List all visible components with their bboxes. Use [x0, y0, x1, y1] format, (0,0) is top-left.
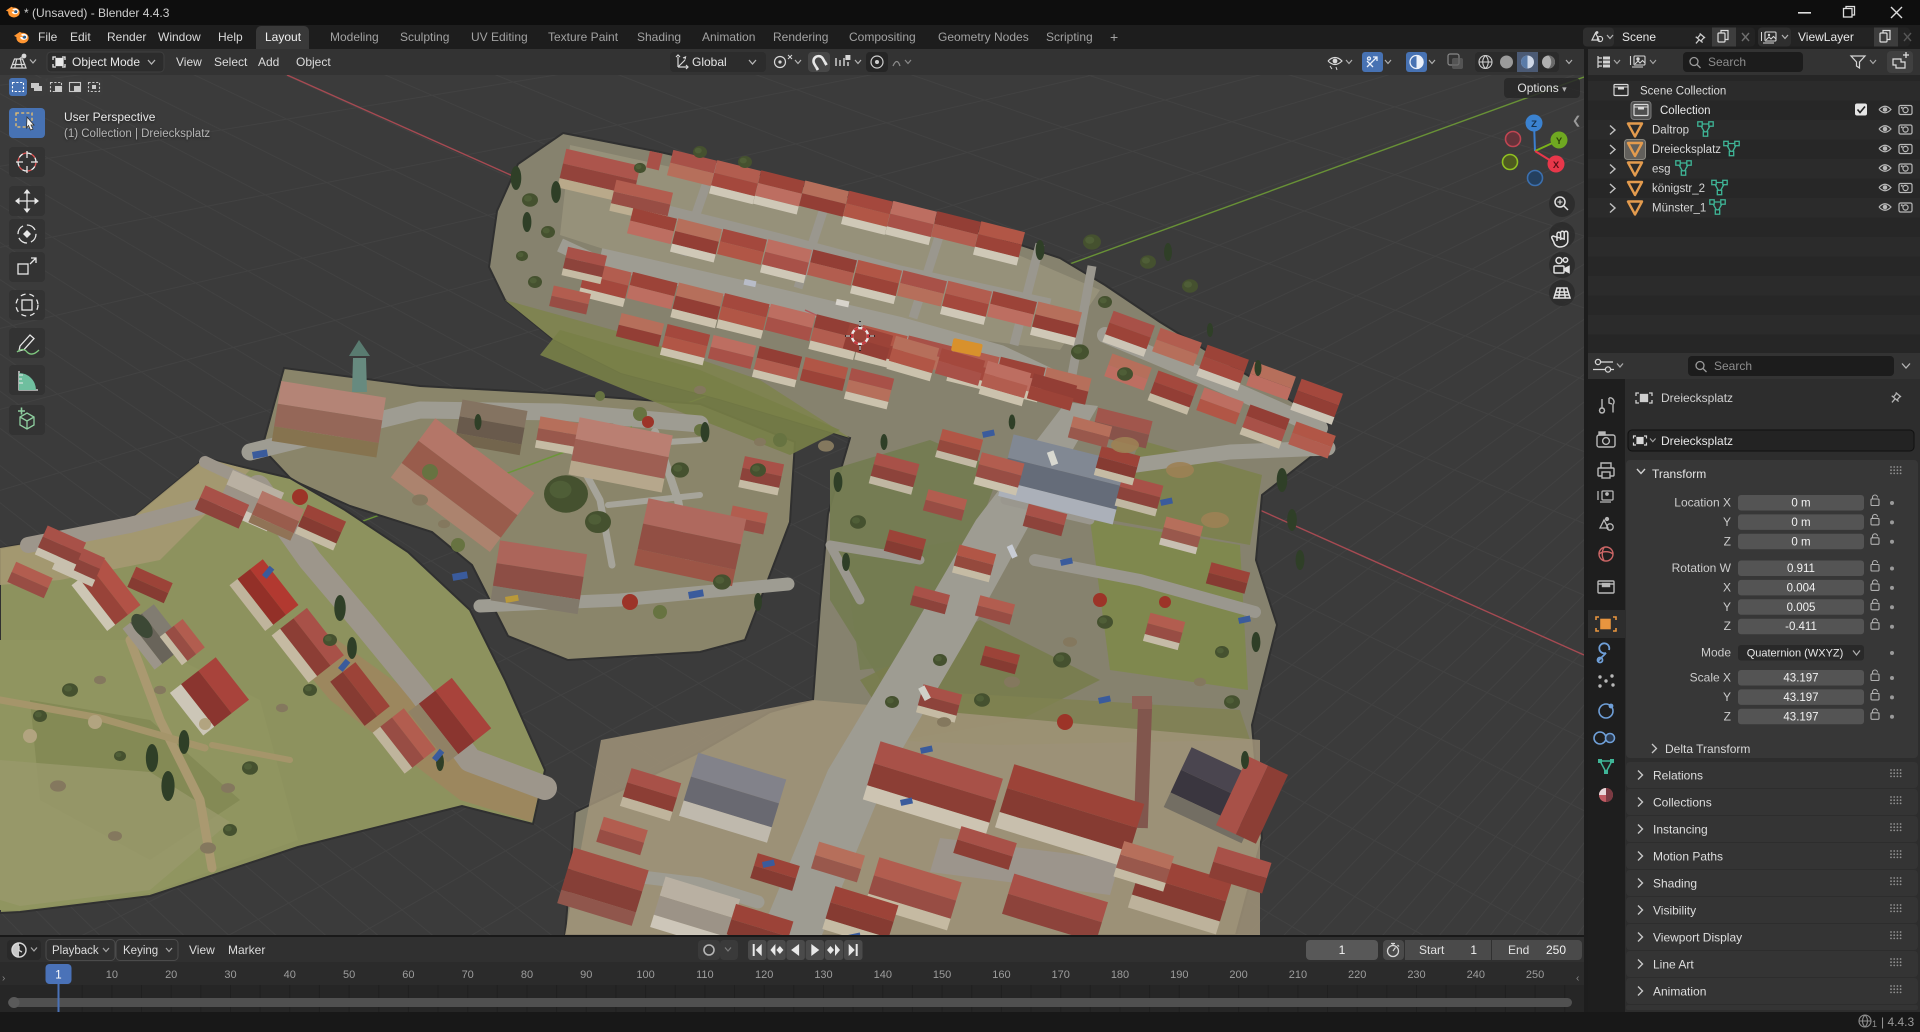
svg-text:X: X	[1553, 160, 1560, 171]
svg-text:Instancing: Instancing	[1653, 823, 1708, 837]
svg-text:Y: Y	[1723, 600, 1731, 614]
svg-text:Quaternion (WXYZ): Quaternion (WXYZ)	[1747, 648, 1844, 660]
svg-text:Visibility: Visibility	[1653, 904, 1696, 918]
svg-text:250: 250	[1526, 969, 1544, 981]
svg-text:End: End	[1508, 943, 1529, 957]
svg-text:Collections: Collections	[1653, 796, 1712, 810]
svg-text:130: 130	[814, 969, 832, 981]
svg-text:200: 200	[1229, 969, 1247, 981]
svg-text:View: View	[189, 943, 215, 957]
svg-text:Collection: Collection	[1660, 105, 1711, 117]
svg-text:1: 1	[1339, 943, 1346, 957]
svg-text:königstr_2: königstr_2	[1652, 183, 1705, 195]
svg-text:1: 1	[1872, 1019, 1877, 1029]
svg-text:Y: Y	[1556, 136, 1563, 147]
svg-text:Dreiecksplatz: Dreiecksplatz	[1661, 391, 1733, 405]
svg-text:140: 140	[874, 969, 892, 981]
svg-text:220: 220	[1348, 969, 1366, 981]
svg-text:Playback: Playback	[52, 945, 99, 957]
svg-text:›: ›	[2, 973, 5, 984]
svg-text:230: 230	[1407, 969, 1425, 981]
svg-text:210: 210	[1289, 969, 1307, 981]
svg-text:90: 90	[580, 969, 592, 981]
svg-text:1: 1	[1470, 943, 1477, 957]
svg-text:Select: Select	[214, 55, 248, 69]
svg-text:110: 110	[696, 969, 714, 981]
svg-text:Dreiecksplatz: Dreiecksplatz	[1652, 144, 1721, 156]
svg-text:50: 50	[343, 969, 355, 981]
svg-text:ViewLayer: ViewLayer	[1798, 30, 1854, 44]
svg-text:Transform: Transform	[1652, 467, 1706, 481]
svg-text:Marker: Marker	[228, 943, 265, 957]
svg-text:30: 30	[224, 969, 236, 981]
svg-text:Relations: Relations	[1653, 769, 1703, 783]
svg-text:Delta Transform: Delta Transform	[1665, 742, 1750, 756]
svg-text:70: 70	[462, 969, 474, 981]
svg-text:Mode: Mode	[1701, 646, 1731, 660]
svg-text:Y: Y	[1723, 690, 1731, 704]
svg-text:150: 150	[933, 969, 951, 981]
svg-text:0.004: 0.004	[1787, 582, 1816, 594]
svg-text:Rotation W: Rotation W	[1672, 561, 1732, 575]
svg-text:Object: Object	[296, 55, 331, 69]
svg-text:0 m: 0 m	[1791, 498, 1810, 510]
svg-text:Search: Search	[1714, 359, 1752, 373]
svg-text:0 m: 0 m	[1791, 536, 1810, 548]
svg-text:0.911: 0.911	[1787, 563, 1815, 575]
svg-text:| 4.4.3: | 4.4.3	[1881, 1015, 1914, 1029]
svg-text:43.197: 43.197	[1783, 673, 1818, 685]
svg-text:Animation: Animation	[1653, 985, 1706, 999]
svg-text:Line Art: Line Art	[1653, 958, 1694, 972]
svg-text:20: 20	[165, 969, 177, 981]
svg-text:Dreiecksplatz: Dreiecksplatz	[1661, 434, 1733, 448]
svg-text:Viewport Display: Viewport Display	[1653, 931, 1742, 945]
svg-text:Z: Z	[1724, 534, 1731, 548]
svg-text:40: 40	[284, 969, 296, 981]
svg-text:Scale X: Scale X	[1690, 671, 1731, 685]
svg-text:Z: Z	[1724, 709, 1731, 723]
svg-text:Daltrop: Daltrop	[1652, 125, 1689, 137]
svg-text:Search: Search	[1708, 55, 1746, 69]
svg-text:100: 100	[636, 969, 654, 981]
svg-text:Z: Z	[1531, 119, 1537, 130]
svg-text:250: 250	[1546, 943, 1566, 957]
svg-text:X: X	[1723, 580, 1731, 594]
svg-text:esg: esg	[1652, 164, 1671, 176]
svg-text:-0.411: -0.411	[1785, 621, 1817, 633]
svg-text:Motion Paths: Motion Paths	[1653, 850, 1723, 864]
svg-text:180: 180	[1111, 969, 1129, 981]
svg-text:0 m: 0 m	[1791, 517, 1810, 529]
svg-text:60: 60	[402, 969, 414, 981]
svg-text:‹: ‹	[1576, 973, 1579, 984]
svg-text:Object Mode: Object Mode	[72, 55, 140, 69]
svg-text:Scene: Scene	[1622, 30, 1656, 44]
svg-text:1: 1	[55, 970, 61, 982]
svg-text:Münster_1: Münster_1	[1652, 203, 1706, 215]
svg-text:View: View	[176, 55, 202, 69]
svg-text:0.005: 0.005	[1787, 602, 1816, 614]
svg-text:Z: Z	[1724, 619, 1731, 633]
svg-text:Shading: Shading	[1653, 877, 1697, 891]
svg-text:240: 240	[1467, 969, 1485, 981]
svg-text:Scene Collection: Scene Collection	[1640, 86, 1726, 98]
svg-text:Y: Y	[1723, 515, 1731, 529]
svg-text:Location X: Location X	[1674, 496, 1731, 510]
svg-text:10: 10	[106, 969, 118, 981]
svg-text:43.197: 43.197	[1783, 711, 1818, 723]
svg-text:Keying: Keying	[123, 945, 158, 957]
svg-text:Global: Global	[692, 55, 727, 69]
svg-text:Add: Add	[258, 55, 279, 69]
svg-text:160: 160	[992, 969, 1010, 981]
svg-text:170: 170	[1052, 969, 1070, 981]
svg-text:190: 190	[1170, 969, 1188, 981]
svg-text:120: 120	[755, 969, 773, 981]
svg-text:80: 80	[521, 969, 533, 981]
svg-text:43.197: 43.197	[1783, 692, 1818, 704]
svg-text:Start: Start	[1419, 943, 1445, 957]
